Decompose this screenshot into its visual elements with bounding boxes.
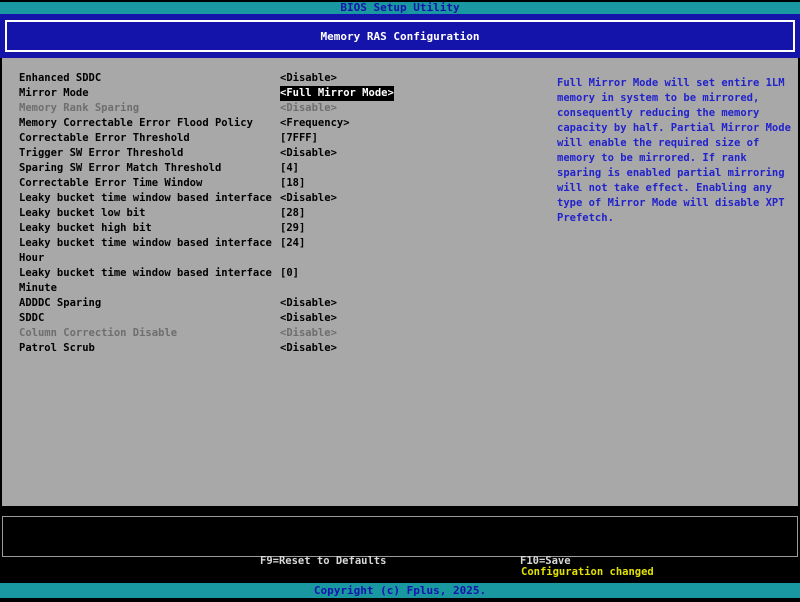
setting-value: <Frequency> [280, 116, 350, 131]
setting-label: Leaky bucket low bit [19, 206, 280, 221]
help-line: will enable the required size of [557, 136, 800, 151]
bios-screen: BIOS Setup Utility Memory RAS Configurat… [0, 0, 800, 602]
setting-row-sddc[interactable]: SDDC <Disable> [19, 311, 394, 326]
setting-row-memory-rank-sparing: Memory Rank Sparing <Disable> [19, 101, 394, 116]
setting-label: Column Correction Disable [19, 326, 280, 341]
help-line: type of Mirror Mode will disable XPT [557, 196, 800, 211]
app-title: BIOS Setup Utility [0, 2, 800, 14]
help-line: consequently reducing the memory [557, 106, 800, 121]
setting-label: Mirror Mode [19, 86, 280, 101]
setting-row-leaky-bucket-interface[interactable]: Leaky bucket time window based interface… [19, 191, 394, 206]
setting-value: <Disable> [280, 326, 337, 341]
setting-label: Memory Correctable Error Flood Policy [19, 116, 280, 131]
setting-label: Correctable Error Time Window [19, 176, 280, 191]
setting-label: SDDC [19, 311, 280, 326]
hotkey-reset-defaults: F9=Reset to Defaults [260, 553, 386, 569]
setting-row-leaky-bucket-minute[interactable]: Leaky bucket time window based interface… [19, 266, 394, 296]
setting-row-ce-threshold[interactable]: Correctable Error Threshold [7FFF] [19, 131, 394, 146]
setting-row-sparing-sw-match[interactable]: Sparing SW Error Match Threshold [4] [19, 161, 394, 176]
setting-value-highlighted: <Full Mirror Mode> [280, 86, 394, 101]
help-panel: Full Mirror Mode will set entire 1LM mem… [557, 76, 800, 226]
setting-row-leaky-bucket-hour[interactable]: Leaky bucket time window based interface… [19, 236, 394, 266]
help-line: capacity by half. Partial Mirror Mode [557, 121, 800, 136]
setting-label: Leaky bucket time window based interface… [19, 236, 280, 266]
setting-label: Leaky bucket time window based interface… [19, 266, 280, 296]
setting-value: <Disable> [280, 341, 337, 356]
setting-label: Sparing SW Error Match Threshold [19, 161, 280, 176]
setting-value: <Disable> [280, 311, 337, 326]
setting-value: <Disable> [280, 71, 337, 86]
setting-value: [24] [280, 236, 305, 251]
help-line: memory to be mirrored. If rank [557, 151, 800, 166]
setting-value: [29] [280, 221, 305, 236]
setting-value: <Disable> [280, 101, 337, 116]
help-line: sparing is enabled partial mirroring [557, 166, 800, 181]
setting-label: Enhanced SDDC [19, 71, 280, 86]
setting-label: Memory Rank Sparing [19, 101, 280, 116]
setting-value: [0] [280, 266, 299, 281]
setting-row-trigger-sw-threshold[interactable]: Trigger SW Error Threshold <Disable> [19, 146, 394, 161]
setting-value: [4] [280, 161, 299, 176]
setting-row-column-correction: Column Correction Disable <Disable> [19, 326, 394, 341]
copyright-bar: Copyright (c) Fplus, 2025. [0, 583, 800, 598]
page-title: Memory RAS Configuration [5, 20, 795, 52]
setting-row-mirror-mode[interactable]: Mirror Mode <Full Mirror Mode> [19, 86, 394, 101]
setting-value: [18] [280, 176, 305, 191]
setting-row-leaky-bucket-high-bit[interactable]: Leaky bucket high bit [29] [19, 221, 394, 236]
help-line: Prefetch. [557, 211, 800, 226]
header-band: Memory RAS Configuration [0, 14, 800, 58]
settings-list: Enhanced SDDC <Disable> Mirror Mode <Ful… [19, 71, 394, 356]
settings-panel: Enhanced SDDC <Disable> Mirror Mode <Ful… [2, 58, 798, 506]
setting-row-patrol-scrub[interactable]: Patrol Scrub <Disable> [19, 341, 394, 356]
setting-label: Patrol Scrub [19, 341, 280, 356]
setting-label: ADDDC Sparing [19, 296, 280, 311]
setting-row-mem-ce-flood-policy[interactable]: Memory Correctable Error Flood Policy <F… [19, 116, 394, 131]
setting-label: Leaky bucket time window based interface [19, 191, 280, 206]
help-line: Full Mirror Mode will set entire 1LM [557, 76, 800, 91]
setting-label: Correctable Error Threshold [19, 131, 280, 146]
status-message: Configuration changed [521, 566, 654, 579]
setting-value: <Disable> [280, 296, 337, 311]
setting-label: Trigger SW Error Threshold [19, 146, 280, 161]
setting-label: Leaky bucket high bit [19, 221, 280, 236]
setting-value: <Disable> [280, 191, 337, 206]
setting-value: [7FFF] [280, 131, 318, 146]
help-line: will not take effect. Enabling any [557, 181, 800, 196]
setting-value: [28] [280, 206, 305, 221]
setting-row-leaky-bucket-low-bit[interactable]: Leaky bucket low bit [28] [19, 206, 394, 221]
hotkey-spacer [9, 553, 116, 569]
setting-value: <Disable> [280, 146, 337, 161]
help-line: memory in system to be mirrored, [557, 91, 800, 106]
setting-row-enhanced-sddc[interactable]: Enhanced SDDC <Disable> [19, 71, 394, 86]
hotkey-legend: ↑↓=Move Highlight F9=Reset to Defaults <… [2, 516, 798, 557]
setting-row-adddc-sparing[interactable]: ADDDC Sparing <Disable> [19, 296, 394, 311]
setting-row-ce-time-window[interactable]: Correctable Error Time Window [18] [19, 176, 394, 191]
